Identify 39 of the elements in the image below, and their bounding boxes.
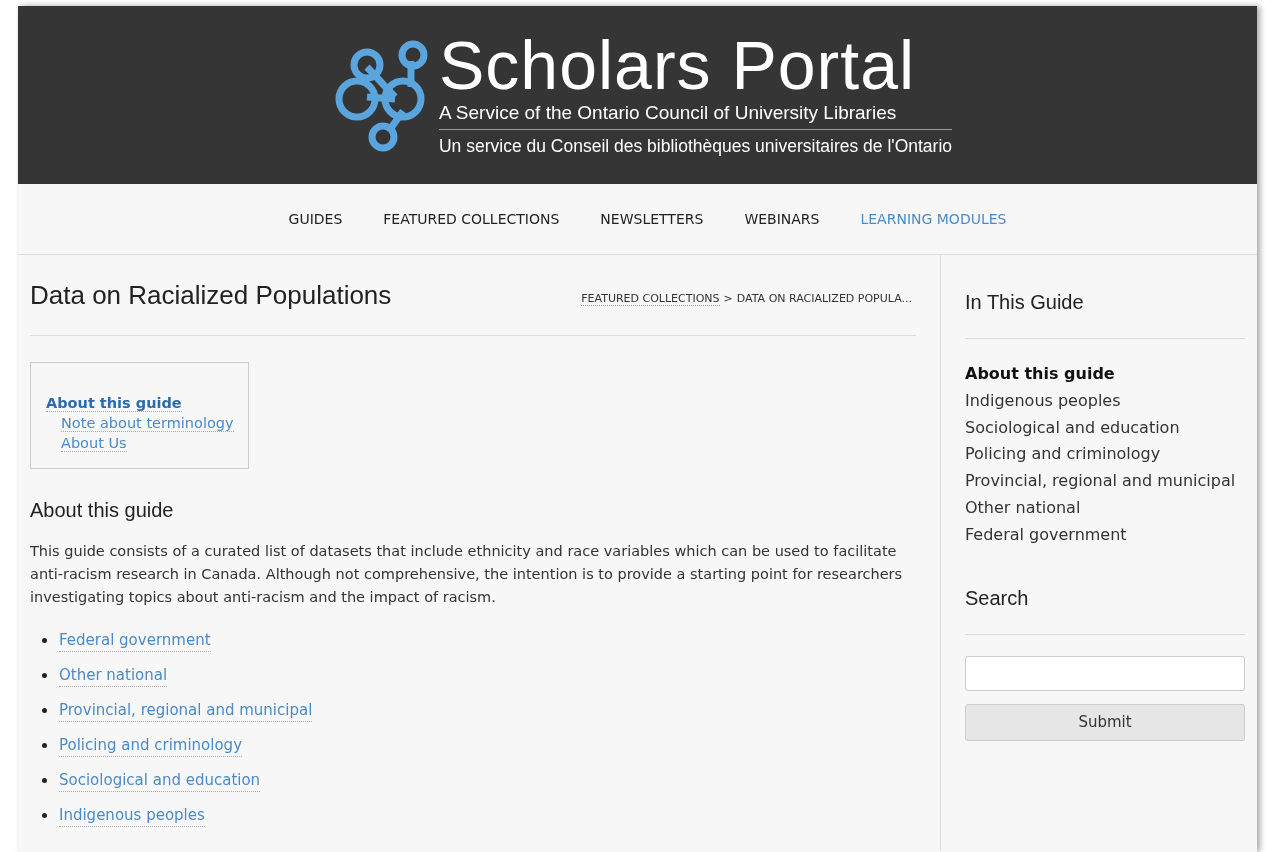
section-link[interactable]: Provincial, regional and municipal <box>59 699 313 722</box>
nav-link[interactable]: GUIDES <box>288 211 343 227</box>
nav-link[interactable]: NEWSLETTERS <box>600 211 704 227</box>
bullet-icon <box>42 673 47 678</box>
search-field[interactable] <box>965 655 1245 691</box>
sidebar-link[interactable]: Federal government <box>965 521 1245 549</box>
toc-link[interactable]: Note about terminology <box>61 415 234 432</box>
toc-link[interactable]: About Us <box>61 435 127 452</box>
sidebar-heading: Search <box>965 548 1245 635</box>
breadcrumb-current: DATA ON RACIALIZED POPULA... <box>736 292 912 306</box>
nav-link[interactable]: FEATURED COLLECTIONS <box>383 211 560 227</box>
breadcrumb-link[interactable]: FEATURED COLLECTIONS <box>581 292 720 306</box>
site-title: Scholars Portal <box>438 28 917 101</box>
page-title: Data on Racialized Populations <box>30 279 392 311</box>
bullet-icon <box>42 638 47 643</box>
nav-link[interactable]: WEBINARS <box>744 211 820 227</box>
section-link[interactable]: Policing and criminology <box>59 734 242 757</box>
bullet-icon <box>42 813 47 818</box>
section-heading: About this guide <box>30 499 175 522</box>
intro-paragraph: This guide consists of a curated list of datasets that include ethnicity and race variables which can be used to facilitate anti-racism research in Canada. Although not comprehensive, the intention is to provide a starting point for researchers investigating topics about anti-racism and the impact of racism. <box>30 542 904 607</box>
section-link[interactable]: Federal government <box>59 629 211 652</box>
bullet-icon <box>42 708 47 713</box>
sidebar-heading: In This Guide <box>965 255 1245 339</box>
sidebar-link[interactable]: About this guide <box>965 361 1245 388</box>
sidebar-link[interactable]: Other national <box>965 495 1245 522</box>
breadcrumb-separator: > <box>723 292 733 306</box>
section-link[interactable]: Sociological and education <box>59 769 261 792</box>
site-subtitle: Un service du Conseil des bibliothèques universitaires de l'Ontario <box>438 128 953 162</box>
section-link[interactable]: Other national <box>59 664 168 687</box>
bullet-icon <box>42 743 47 748</box>
submit-button[interactable]: Submit <box>965 703 1245 741</box>
sidebar-link[interactable]: Indigenous peoples <box>965 387 1245 415</box>
sidebar-link[interactable]: Sociological and education <box>965 414 1245 442</box>
site-subtitle: A Service of the Ontario Council of University Libraries <box>438 100 898 125</box>
toc-link[interactable]: About this guide <box>46 395 182 412</box>
bullet-icon <box>42 778 47 783</box>
sidebar-link[interactable]: Provincial, regional and municipal <box>965 468 1245 495</box>
nav-link[interactable]: LEARNING MODULES <box>860 211 1007 227</box>
sidebar-link[interactable]: Policing and criminology <box>965 441 1245 469</box>
